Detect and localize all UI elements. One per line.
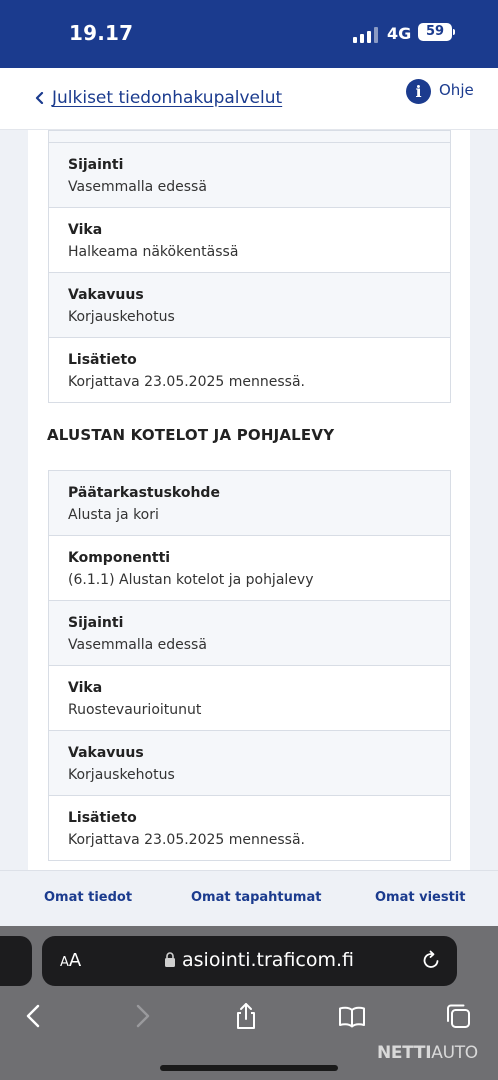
defect-row: Päätarkastuskohde Alusta ja kori xyxy=(49,471,450,536)
nav-omat-tapahtumat[interactable]: Omat tapahtumat xyxy=(191,890,321,905)
nav-omat-viestit[interactable]: Omat viestit xyxy=(375,890,465,905)
row-value: Alusta ja kori xyxy=(68,507,159,523)
row-label: Vakavuus xyxy=(68,745,144,761)
defect-row: Lisätieto Korjattava 23.05.2025 mennessä… xyxy=(49,796,450,861)
row-label: Sijainti xyxy=(68,615,124,631)
lock-icon xyxy=(165,952,175,967)
chevron-left-icon[interactable] xyxy=(34,92,46,104)
bookmarks-icon[interactable] xyxy=(338,1002,366,1030)
signal-icon xyxy=(353,27,379,43)
row-label: Komponentti xyxy=(68,550,171,566)
nav-omat-tiedot[interactable]: Omat tiedot xyxy=(44,890,132,905)
app-header: Julkiset tiedonhakupalvelut i Ohje xyxy=(0,68,498,130)
reader-settings-button[interactable]: AA xyxy=(60,950,81,971)
row-label: Vakavuus xyxy=(68,287,144,303)
previous-tab-preview[interactable] xyxy=(0,936,32,986)
row-value: Halkeama näkökentässä xyxy=(68,244,239,260)
row-label: Sijainti xyxy=(68,157,124,173)
defect-row: Komponentti (6.1.1) Alustan kotelot ja p… xyxy=(49,536,450,601)
network-label: 4G xyxy=(387,24,412,43)
address-bar[interactable]: AA asiointi.traficom.fi xyxy=(42,936,457,986)
main-content[interactable]: Sijainti Vasemmalla edessä Vika Halkeama… xyxy=(0,130,498,870)
defect-row: Vakavuus Korjauskehotus xyxy=(49,731,450,796)
inspection-panel: Sijainti Vasemmalla edessä Vika Halkeama… xyxy=(28,130,470,870)
defect-row: Sijainti Vasemmalla edessä xyxy=(49,601,450,666)
back-icon[interactable] xyxy=(20,1002,48,1030)
defect-row-partial xyxy=(49,131,450,143)
defect-row: Lisätieto Korjattava 23.05.2025 mennessä… xyxy=(49,338,450,403)
bottom-nav: Omat tiedot Omat tapahtumat Omat viestit xyxy=(0,870,498,926)
row-value: Korjattava 23.05.2025 mennessä. xyxy=(68,832,305,848)
defect-card-1: Sijainti Vasemmalla edessä Vika Halkeama… xyxy=(48,130,451,403)
row-label: Vika xyxy=(68,222,103,238)
defect-row: Vakavuus Korjauskehotus xyxy=(49,273,450,338)
row-value: Korjauskehotus xyxy=(68,309,175,325)
browser-toolbar: AA asiointi.traficom.fi NETTIAUTO xyxy=(0,926,498,1080)
help-link[interactable]: Ohje xyxy=(439,81,474,99)
url-text[interactable]: asiointi.traficom.fi xyxy=(182,949,354,971)
tabs-icon[interactable] xyxy=(444,1002,472,1030)
info-icon[interactable]: i xyxy=(406,79,431,104)
share-icon[interactable] xyxy=(232,1002,260,1030)
home-indicator xyxy=(160,1065,338,1071)
nettiauto-watermark: NETTIAUTO xyxy=(377,1043,478,1063)
back-link[interactable]: Julkiset tiedonhakupalvelut xyxy=(52,88,282,108)
row-value: Ruostevaurioitunut xyxy=(68,702,202,718)
row-value: (6.1.1) Alustan kotelot ja pohjalevy xyxy=(68,572,314,588)
row-value: Vasemmalla edessä xyxy=(68,179,207,195)
row-label: Lisätieto xyxy=(68,352,137,368)
row-label: Lisätieto xyxy=(68,810,137,826)
defect-row: Sijainti Vasemmalla edessä xyxy=(49,143,450,208)
defect-card-2: Päätarkastuskohde Alusta ja kori Kompone… xyxy=(48,470,451,861)
row-value: Vasemmalla edessä xyxy=(68,637,207,653)
defect-row: Vika Halkeama näkökentässä xyxy=(49,208,450,273)
row-value: Korjauskehotus xyxy=(68,767,175,783)
battery-tip xyxy=(453,29,455,35)
row-label: Vika xyxy=(68,680,103,696)
defect-row: Vika Ruostevaurioitunut xyxy=(49,666,450,731)
forward-icon[interactable] xyxy=(128,1002,156,1030)
status-bar: 19.17 4G 59 xyxy=(0,0,498,68)
row-value: Korjattava 23.05.2025 mennessä. xyxy=(68,374,305,390)
section-title: ALUSTAN KOTELOT JA POHJALEVY xyxy=(47,426,335,444)
battery-icon: 59 xyxy=(418,23,452,41)
reload-icon[interactable] xyxy=(420,949,442,971)
status-time: 19.17 xyxy=(69,21,134,45)
row-label: Päätarkastuskohde xyxy=(68,485,220,501)
